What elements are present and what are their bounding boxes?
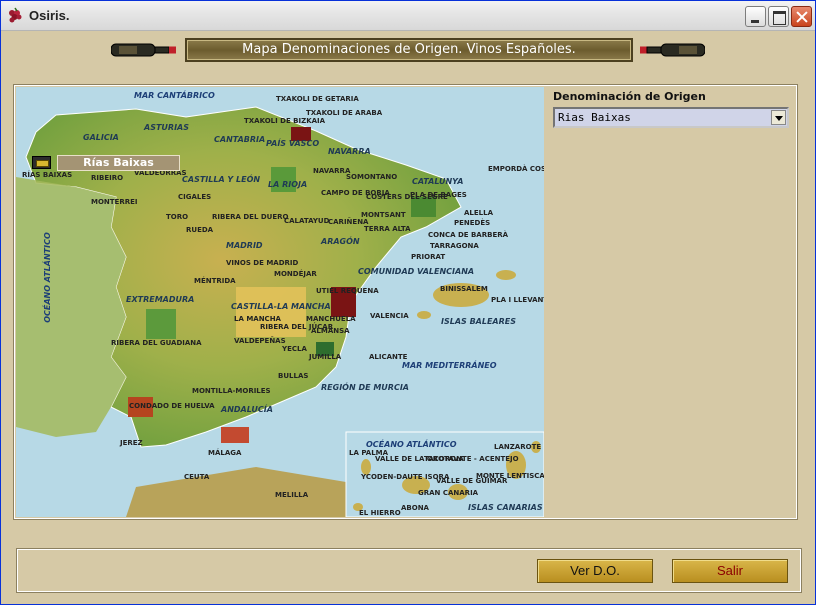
- close-button[interactable]: [791, 6, 812, 27]
- region-label: GALICIA: [83, 133, 119, 142]
- do-label[interactable]: CARIÑENA: [328, 218, 368, 226]
- do-label[interactable]: VALENCIA: [370, 312, 409, 320]
- maximize-button[interactable]: [768, 6, 789, 27]
- do-label[interactable]: PRIORAT: [411, 253, 445, 261]
- region-label: ISLAS CANARIAS: [468, 503, 543, 512]
- region-label: CASTILLA Y LEÓN: [182, 175, 261, 184]
- region-label: ANDALUCÍA: [221, 405, 273, 414]
- do-label[interactable]: CEUTA: [184, 473, 209, 481]
- do-label[interactable]: VINOS DE MADRID: [226, 259, 298, 267]
- region-label: ISLAS BALEARES: [441, 317, 517, 326]
- flag-icon: [32, 156, 51, 169]
- do-label[interactable]: MELILLA: [275, 491, 308, 499]
- region-label: CANTABRIA: [214, 135, 266, 144]
- region-label: MADRID: [226, 241, 263, 250]
- button-bar: Ver D.O. Salir: [16, 548, 802, 593]
- do-dropdown[interactable]: Rias Baixas: [553, 107, 789, 128]
- do-label[interactable]: UTIEL REQUENA: [316, 287, 379, 295]
- sea-label: MAR CANTÁBRICO: [134, 91, 215, 100]
- do-label[interactable]: RIBEIRO: [91, 174, 123, 182]
- do-label[interactable]: MONTSANT: [361, 211, 406, 219]
- region-label: REGIÓN DE MURCIA: [321, 383, 409, 392]
- do-label[interactable]: ABONA: [401, 504, 429, 512]
- do-selector-label: Denominación de Origen: [553, 90, 706, 103]
- region-label: CATALUNYA: [412, 177, 464, 186]
- do-label[interactable]: RÍAS BAIXAS: [22, 171, 72, 179]
- do-label[interactable]: BULLAS: [278, 372, 308, 380]
- region-label: LA RIOJA: [268, 180, 308, 189]
- do-label[interactable]: MONTE LENTISCAL: [476, 472, 544, 480]
- do-label[interactable]: PLA DE BAGES: [410, 191, 467, 199]
- wine-bottle-icon: [640, 43, 705, 57]
- selected-do-tag: Rías Baixas: [57, 155, 180, 171]
- do-label[interactable]: MONDÉJAR: [274, 270, 317, 278]
- do-label[interactable]: VALDEPEÑAS: [234, 337, 286, 345]
- sea-label: MAR MEDITERRÁNEO: [402, 361, 497, 370]
- do-label[interactable]: CONCA DE BARBERÀ: [428, 231, 508, 239]
- do-label[interactable]: MONTILLA-MORILES: [192, 387, 271, 395]
- do-label[interactable]: CONDADO DE HUELVA: [129, 402, 215, 410]
- do-label[interactable]: NAVARRA: [313, 167, 350, 175]
- do-label[interactable]: EMPORDÀ COSTA BRAVA: [488, 165, 544, 173]
- do-label[interactable]: RIBERA DEL GUADIANA: [111, 339, 202, 347]
- do-label[interactable]: BINISSALEM: [440, 285, 488, 293]
- do-label[interactable]: TXAKOLI DE ARABA: [306, 109, 382, 117]
- app-window: Osiris. Mapa Denominaciones de Origen. V…: [0, 0, 816, 605]
- do-label[interactable]: JUMILLA: [309, 353, 341, 361]
- do-label[interactable]: LA MANCHA: [234, 315, 281, 323]
- spain-wine-map[interactable]: MAR CANTÁBRICO OCÉANO ATLÁNTICO MAR MEDI…: [16, 87, 544, 517]
- sea-label: OCÉANO ATLÁNTICO: [366, 440, 457, 449]
- selected-do-marker[interactable]: Rías Baixas: [32, 155, 182, 171]
- do-label[interactable]: MÉNTRIDA: [194, 277, 236, 285]
- do-label[interactable]: LANZAROTE: [494, 443, 541, 451]
- region-label: EXTREMADURA: [126, 295, 195, 304]
- do-label[interactable]: ALELLA: [464, 209, 493, 217]
- region-label: PAÍS VASCO: [266, 139, 320, 148]
- title-bar[interactable]: Osiris.: [1, 1, 815, 31]
- do-label[interactable]: GRAN CANARIA: [418, 489, 478, 497]
- window-title: Osiris.: [29, 8, 70, 23]
- do-label[interactable]: TORO: [166, 213, 188, 221]
- page-title: Mapa Denominaciones de Origen. Vinos Esp…: [185, 38, 633, 62]
- do-label[interactable]: TARRAGONA: [430, 242, 479, 250]
- do-dropdown-value: Rias Baixas: [558, 111, 631, 124]
- do-label[interactable]: TXAKOLI DE GETARIA: [276, 95, 359, 103]
- grape-icon: [9, 7, 22, 23]
- region-label: COMUNIDAD VALENCIANA: [358, 267, 475, 276]
- region-label: ASTURIAS: [144, 123, 189, 132]
- view-do-button[interactable]: Ver D.O.: [537, 559, 653, 583]
- do-label[interactable]: EL HIERRO: [359, 509, 401, 517]
- do-label[interactable]: CALATAYUD: [284, 217, 329, 225]
- do-label[interactable]: PLA I LLEVANT: [491, 296, 544, 304]
- do-label[interactable]: ALICANTE: [369, 353, 407, 361]
- wine-bottle-icon: [111, 43, 176, 57]
- do-label[interactable]: RIBERA DEL DUERO: [212, 213, 288, 221]
- do-label[interactable]: MÁLAGA: [208, 449, 241, 457]
- region-label: CASTILLA-LA MANCHA: [231, 302, 331, 311]
- exit-button[interactable]: Salir: [672, 559, 788, 583]
- do-label[interactable]: MANCHUELA: [306, 315, 356, 323]
- do-label[interactable]: YECLA: [282, 345, 307, 353]
- do-label[interactable]: SOMONTANO: [346, 173, 397, 181]
- region-label: NAVARRA: [328, 147, 371, 156]
- map-panel: MAR CANTÁBRICO OCÉANO ATLÁNTICO MAR MEDI…: [13, 84, 798, 520]
- minimize-button[interactable]: [745, 6, 766, 27]
- do-label[interactable]: ALMANSA: [311, 327, 350, 335]
- do-label[interactable]: TXAKOLI DE BIZKAIA: [244, 117, 325, 125]
- do-label[interactable]: RUEDA: [186, 226, 213, 234]
- sea-label: OCÉANO ATLÁNTICO: [42, 232, 52, 323]
- do-label[interactable]: JEREZ: [120, 439, 143, 447]
- do-label[interactable]: TACORONTE - ACENTEJO: [424, 455, 519, 463]
- do-label[interactable]: PENEDÈS: [454, 219, 490, 227]
- region-label: ARAGÓN: [321, 237, 360, 246]
- do-label[interactable]: MONTERREI: [91, 198, 138, 206]
- do-label[interactable]: CIGALES: [178, 193, 211, 201]
- do-label[interactable]: TERRA ALTA: [364, 225, 411, 233]
- chevron-down-icon[interactable]: [771, 110, 786, 125]
